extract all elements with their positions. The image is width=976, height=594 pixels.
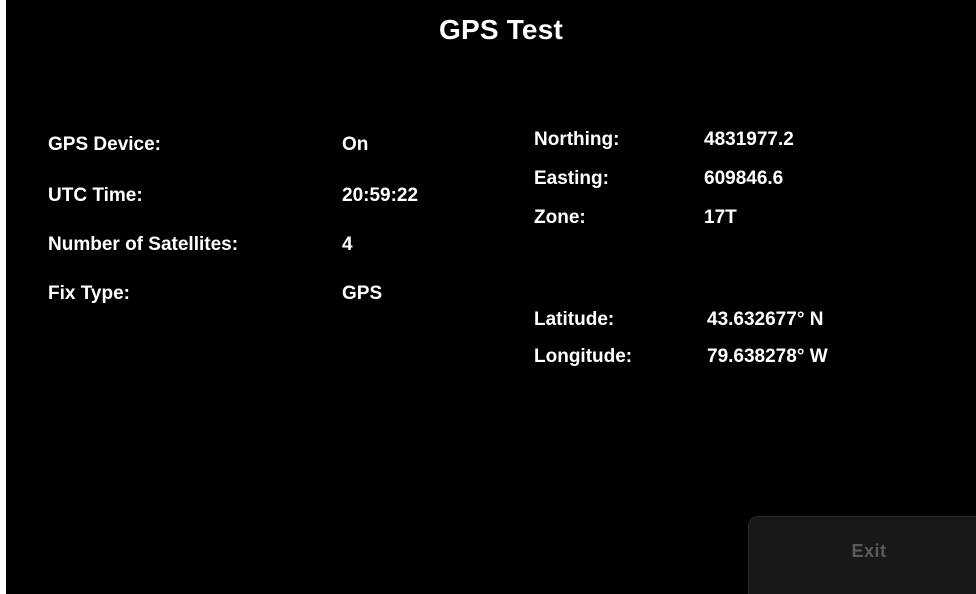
longitude-label: Longitude: xyxy=(534,346,633,367)
gps-test-screen: GPS Test GPS Device: On UTC Time: 20:59:… xyxy=(6,0,976,594)
satellites-value: 4 xyxy=(342,234,353,255)
zone-label: Zone: xyxy=(534,207,586,228)
exit-button[interactable]: Exit xyxy=(748,516,976,594)
fix-type-label: Fix Type: xyxy=(48,283,130,304)
zone-value: 17T xyxy=(704,207,737,228)
northing-label: Northing: xyxy=(534,129,620,150)
longitude-value: 79.638278° W xyxy=(707,346,828,367)
satellites-label: Number of Satellites: xyxy=(48,234,239,255)
utc-time-value: 20:59:22 xyxy=(342,185,419,206)
gps-device-label: GPS Device: xyxy=(48,134,161,155)
page-title: GPS Test xyxy=(438,14,563,45)
latitude-value: 43.632677° N xyxy=(707,309,824,330)
northing-value: 4831977.2 xyxy=(704,129,794,150)
latitude-label: Latitude: xyxy=(534,309,615,330)
easting-label: Easting: xyxy=(534,168,609,189)
fix-type-value: GPS xyxy=(342,283,383,304)
easting-value: 609846.6 xyxy=(704,168,784,189)
utc-time-label: UTC Time: xyxy=(48,185,143,206)
gps-device-value: On xyxy=(342,134,369,155)
exit-button-label: Exit xyxy=(851,541,887,561)
